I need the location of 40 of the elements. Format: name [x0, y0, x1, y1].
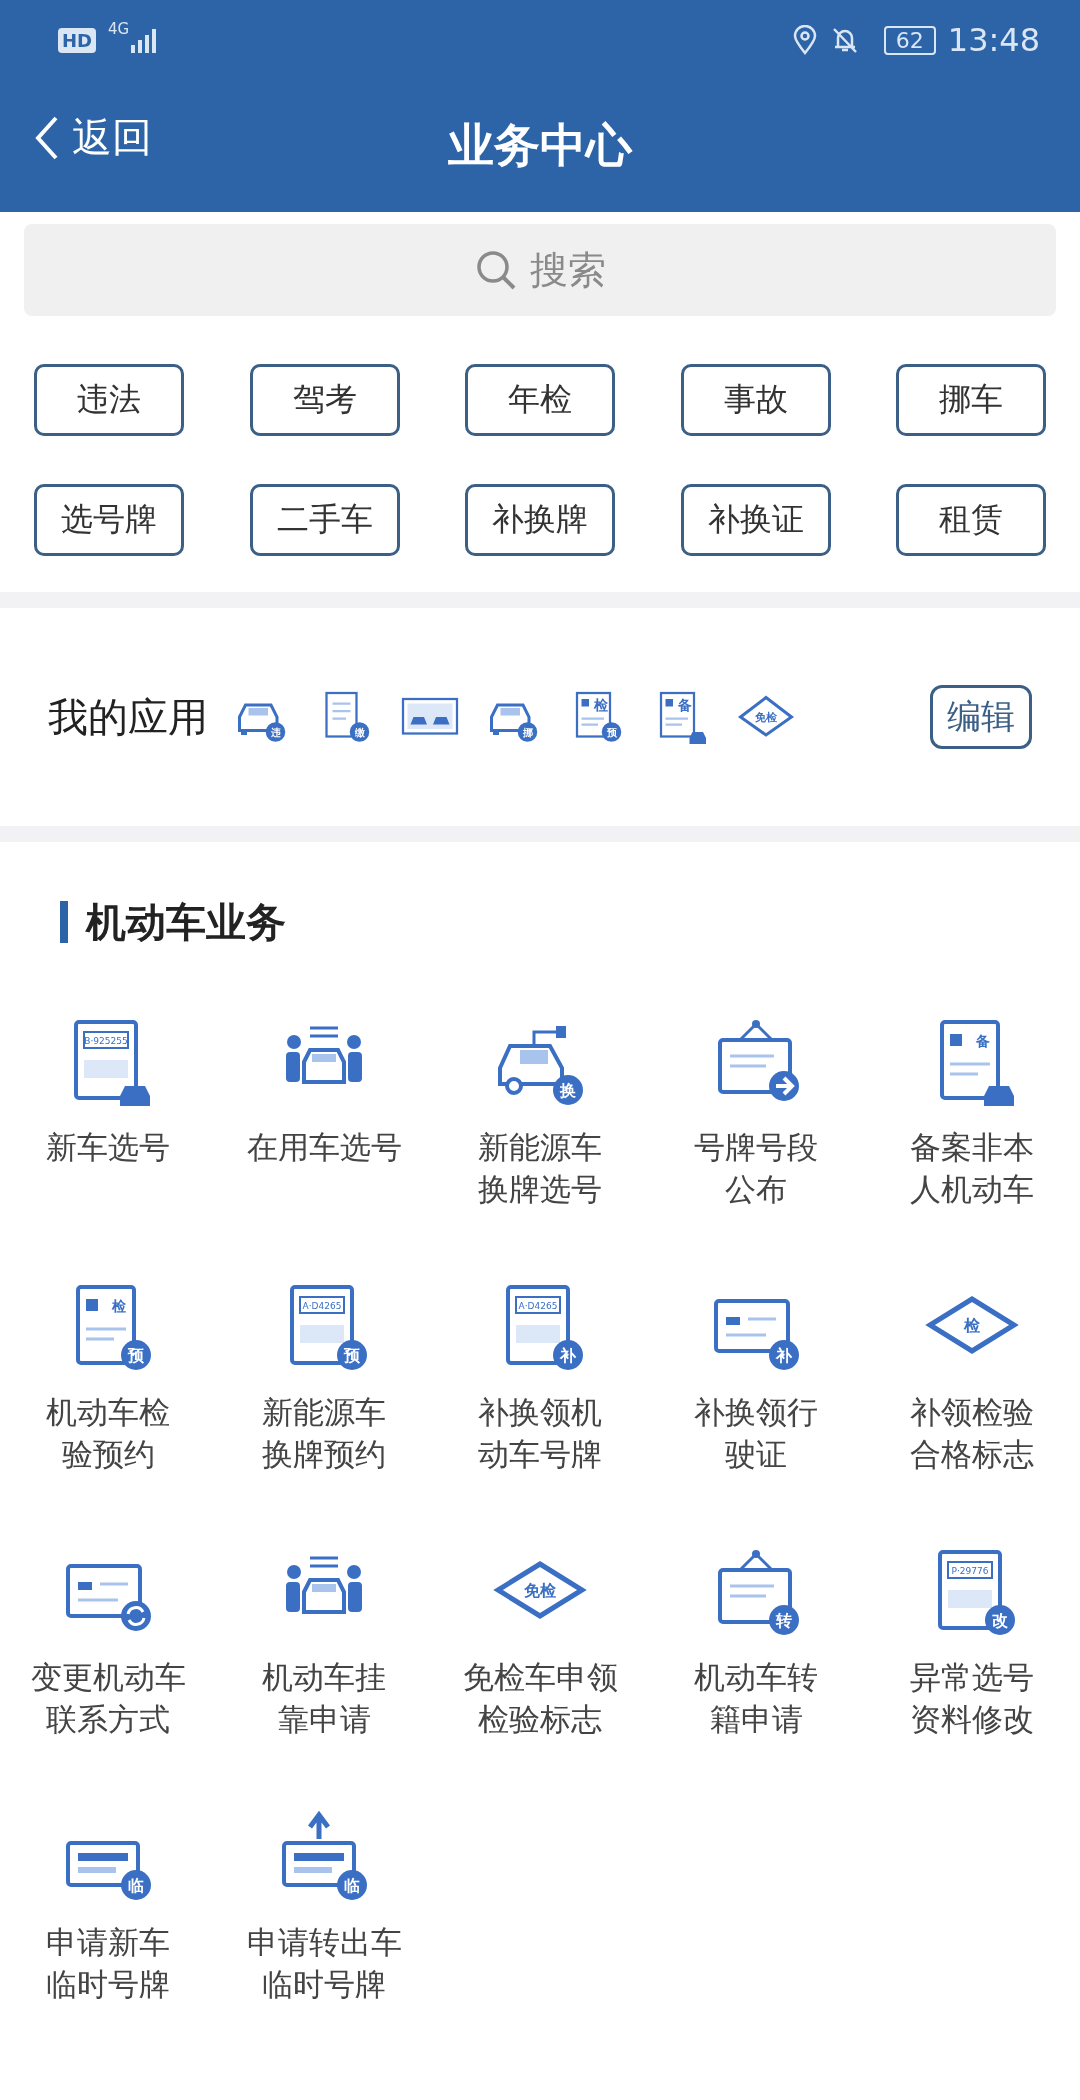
service-label[interactable]: 补领检验 合格标志: [910, 1391, 1034, 1475]
hd-indicator: HD: [58, 27, 96, 53]
category-chip[interactable]: 二手车: [249, 484, 400, 556]
category-chip[interactable]: 事故: [680, 364, 831, 436]
service-label[interactable]: 申请新车 临时号牌: [46, 1921, 170, 2005]
service-label[interactable]: 机动车检 验预约: [46, 1391, 170, 1475]
back-button[interactable]: 返回: [34, 110, 152, 165]
search-icon: [474, 248, 518, 292]
category-chip[interactable]: 驾考: [249, 364, 400, 436]
network-indicator: 4G: [108, 20, 130, 38]
service-label[interactable]: 机动车挂 靠申请: [262, 1656, 386, 1740]
category-chip[interactable]: 补换牌: [465, 484, 615, 556]
category-chip[interactable]: 租赁: [896, 484, 1046, 556]
section-title: 机动车业务: [86, 897, 286, 947]
category-chip[interactable]: 年检: [465, 364, 615, 436]
clock: 13:48: [947, 21, 1040, 59]
category-chip[interactable]: 选号牌: [34, 484, 184, 556]
category-chip[interactable]: 挪车: [896, 364, 1046, 436]
service-label[interactable]: 新能源车 换牌选号: [478, 1126, 602, 1210]
location-icon: [791, 25, 818, 55]
edit-button[interactable]: 编辑: [930, 685, 1032, 749]
back-chevron-icon: [34, 114, 60, 161]
service-label[interactable]: 补换领行 驶证: [694, 1391, 818, 1475]
service-label[interactable]: 机动车转 籍申请: [694, 1656, 818, 1740]
service-label[interactable]: 异常选号 资料修改: [910, 1656, 1034, 1740]
category-chip[interactable]: 违法: [34, 364, 184, 436]
page-title: 业务中心: [448, 117, 632, 174]
service-label[interactable]: 变更机动车 联系方式: [30, 1656, 186, 1740]
accent-bar: [60, 901, 68, 943]
service-label[interactable]: 新能源车 换牌预约: [262, 1391, 386, 1475]
service-label[interactable]: 补换领机 动车号牌: [478, 1391, 602, 1475]
service-label[interactable]: 新车选号: [46, 1126, 170, 1168]
my-apps-label: 我的应用: [48, 692, 208, 742]
category-chip[interactable]: 补换证: [680, 484, 831, 556]
service-label[interactable]: 备案非本 人机动车: [910, 1126, 1034, 1210]
service-label[interactable]: 免检车申领 检验标志: [462, 1656, 618, 1740]
service-label[interactable]: 申请转出车 临时号牌: [246, 1921, 402, 2005]
service-label[interactable]: 号牌号段 公布: [694, 1126, 818, 1210]
service-label[interactable]: 在用车选号: [246, 1126, 402, 1168]
battery-indicator: 62: [883, 25, 936, 55]
